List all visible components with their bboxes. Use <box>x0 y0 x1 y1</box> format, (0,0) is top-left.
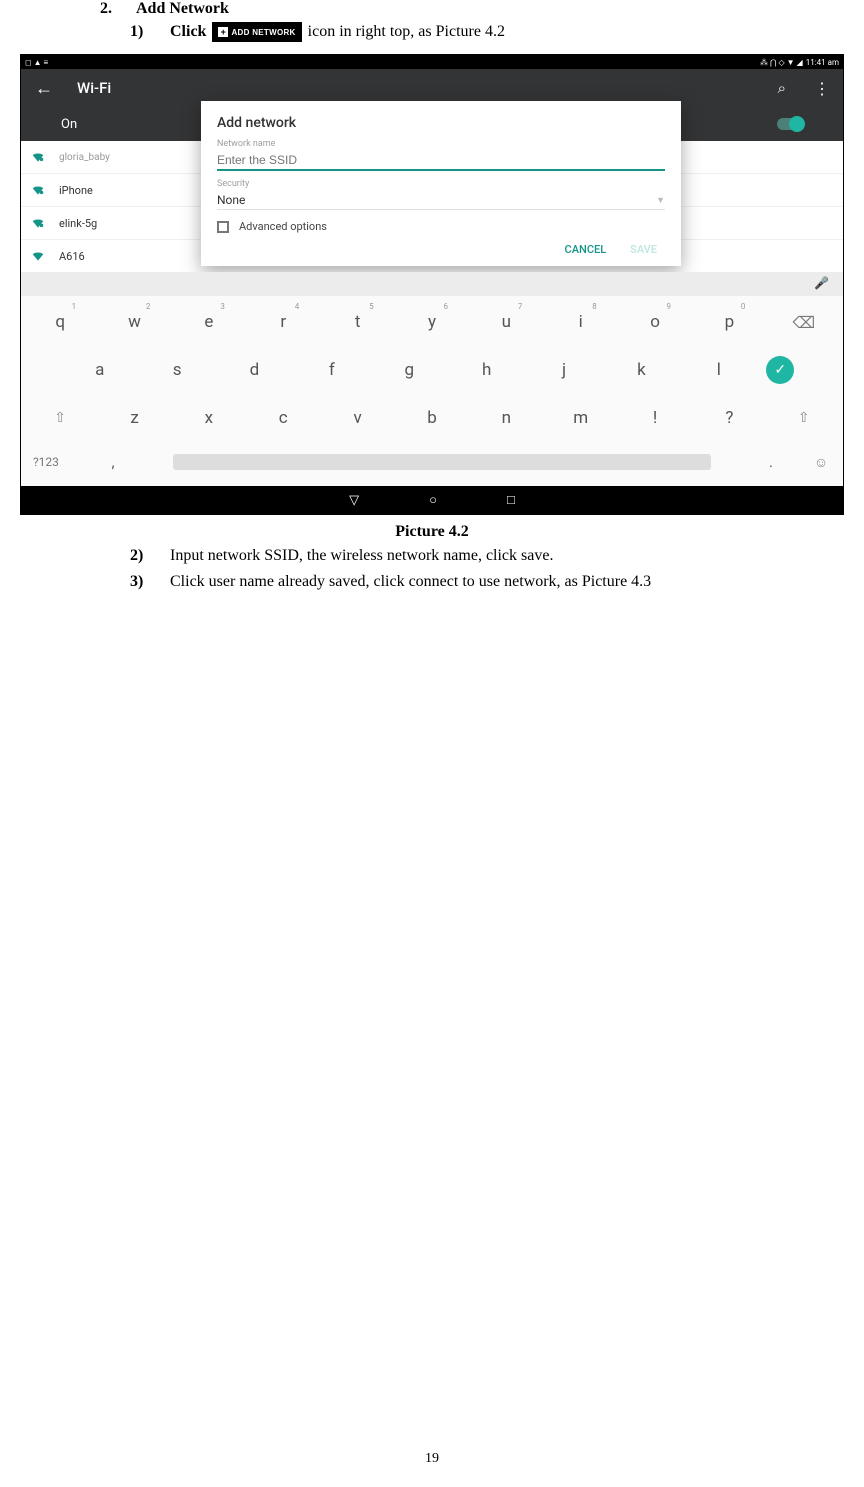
step3-marker: 3) <box>130 573 152 591</box>
key-j[interactable]: j <box>534 360 594 380</box>
wifi-on-label: On <box>61 117 77 132</box>
nav-recent-icon[interactable]: □ <box>507 492 515 508</box>
add-network-button-image: + ADD NETWORK <box>212 22 301 42</box>
key-hint: 3 <box>220 302 225 311</box>
shift-key-right[interactable]: ⇧ <box>774 410 834 426</box>
key-f[interactable]: f <box>302 360 362 380</box>
key-h[interactable]: h <box>457 360 517 380</box>
key-q[interactable]: q1 <box>30 312 90 332</box>
network-name-label: Network name <box>217 139 665 149</box>
space-key[interactable] <box>173 454 711 470</box>
key-r[interactable]: r4 <box>253 312 313 332</box>
page-title: Wi-Fi <box>77 79 778 97</box>
key-v[interactable]: v <box>328 408 388 428</box>
key-m[interactable]: m <box>551 408 611 428</box>
security-dropdown[interactable]: None ▼ <box>217 189 665 210</box>
symbols-key[interactable]: ?123 <box>23 455 83 469</box>
step3-text: Click user name already saved, click con… <box>170 573 651 591</box>
section-number: 2. <box>100 0 118 18</box>
back-icon[interactable]: ← <box>35 78 53 99</box>
key-w[interactable]: w2 <box>105 312 165 332</box>
key-c[interactable]: c <box>253 408 313 428</box>
key-x[interactable]: x <box>179 408 239 428</box>
key-s[interactable]: s <box>147 360 207 380</box>
key-b[interactable]: b <box>402 408 462 428</box>
key-hint: 6 <box>443 302 448 311</box>
chevron-down-icon: ▼ <box>656 195 665 206</box>
android-nav-bar: ▽ ○ □ <box>21 486 843 514</box>
period-key[interactable]: . <box>741 453 801 471</box>
advanced-options-label: Advanced options <box>239 220 327 233</box>
overflow-menu-icon[interactable]: ⋮ <box>814 79 829 98</box>
key-hint: 4 <box>295 302 300 311</box>
keyboard-suggestion-bar: 🎤 <box>21 272 843 296</box>
page-number: 19 <box>0 1451 864 1467</box>
security-value: None <box>217 193 245 207</box>
wifi-network-name: gloria_baby <box>59 152 110 163</box>
ssid-input[interactable] <box>217 149 665 171</box>
plus-icon: + <box>218 27 228 37</box>
enter-key[interactable]: ✓ <box>766 356 794 384</box>
advanced-options-checkbox[interactable] <box>217 221 229 233</box>
wifi-signal-icon <box>31 183 45 197</box>
step1-marker: 1) <box>130 23 152 41</box>
soft-keyboard: q1 w2 e3 r4 t5 y6 u7 i8 o9 p0 ⌫ asdfghjkl ✓ ⇧ zxcvb… <box>21 296 843 486</box>
key-![interactable]: ! <box>625 408 685 428</box>
key-p[interactable]: p0 <box>699 312 759 332</box>
section-title: Add Network <box>136 0 229 18</box>
dialog-title: Add network <box>217 115 665 131</box>
key-hint: 5 <box>369 302 374 311</box>
key-i[interactable]: i8 <box>551 312 611 332</box>
key-l[interactable]: l <box>689 360 749 380</box>
key-e[interactable]: e3 <box>179 312 239 332</box>
key-hint: 0 <box>741 302 746 311</box>
shift-key[interactable]: ⇧ <box>30 410 90 426</box>
wifi-signal-icon <box>31 216 45 230</box>
backspace-key[interactable]: ⌫ <box>774 313 834 332</box>
figure-caption: Picture 4.2 <box>20 523 844 541</box>
step2-text: Input network SSID, the wireless network… <box>170 547 553 565</box>
emoji-key[interactable]: ☺ <box>801 454 841 471</box>
wifi-network-name: iPhone <box>59 184 93 197</box>
security-label: Security <box>217 179 665 189</box>
key-hint: 7 <box>518 302 523 311</box>
add-network-dialog: Add network Network name Security None ▼… <box>201 101 681 266</box>
key-o[interactable]: o9 <box>625 312 685 332</box>
key-a[interactable]: a <box>70 360 130 380</box>
mic-icon[interactable]: 🎤 <box>814 276 829 290</box>
cancel-button[interactable]: CANCEL <box>565 243 607 256</box>
key-t[interactable]: t5 <box>328 312 388 332</box>
add-network-button-label: ADD NETWORK <box>231 28 295 37</box>
key-n[interactable]: n <box>476 408 536 428</box>
step2-marker: 2) <box>130 547 152 565</box>
key-z[interactable]: z <box>105 408 165 428</box>
step1-click: Click <box>170 23 206 41</box>
wifi-network-name: A616 <box>59 250 85 263</box>
search-icon[interactable]: ⌕ <box>778 79 786 97</box>
wifi-network-name: elink-5g <box>59 217 97 230</box>
step1-rest: icon in right top, as Picture 4.2 <box>308 23 505 41</box>
key-hint: 2 <box>146 302 151 311</box>
comma-key[interactable]: , <box>83 453 143 471</box>
screenshot: ◻ ▲ ≡ ⁂ ⋂ ◇ ▼ ◢ 11:41 am ← Wi-Fi ⌕ ⋮ On … <box>20 54 844 515</box>
key-hint: 9 <box>667 302 672 311</box>
save-button[interactable]: SAVE <box>630 243 657 256</box>
wifi-signal-icon <box>31 249 45 263</box>
key-u[interactable]: u7 <box>476 312 536 332</box>
wifi-signal-icon <box>31 150 45 164</box>
android-status-bar: ◻ ▲ ≡ ⁂ ⋂ ◇ ▼ ◢ 11:41 am <box>21 55 843 69</box>
key-y[interactable]: y6 <box>402 312 462 332</box>
key-g[interactable]: g <box>379 360 439 380</box>
status-right-icons: ⁂ ⋂ ◇ ▼ ◢ <box>760 58 803 67</box>
status-left-icons: ◻ ▲ ≡ <box>25 58 48 67</box>
key-hint: 8 <box>592 302 597 311</box>
status-time: 11:41 am <box>806 58 839 67</box>
nav-back-icon[interactable]: ▽ <box>349 493 359 508</box>
nav-home-icon[interactable]: ○ <box>429 492 437 508</box>
key-?[interactable]: ? <box>699 408 759 428</box>
wifi-toggle[interactable] <box>777 118 803 130</box>
key-hint: 1 <box>72 302 77 311</box>
key-d[interactable]: d <box>224 360 284 380</box>
key-k[interactable]: k <box>611 360 671 380</box>
